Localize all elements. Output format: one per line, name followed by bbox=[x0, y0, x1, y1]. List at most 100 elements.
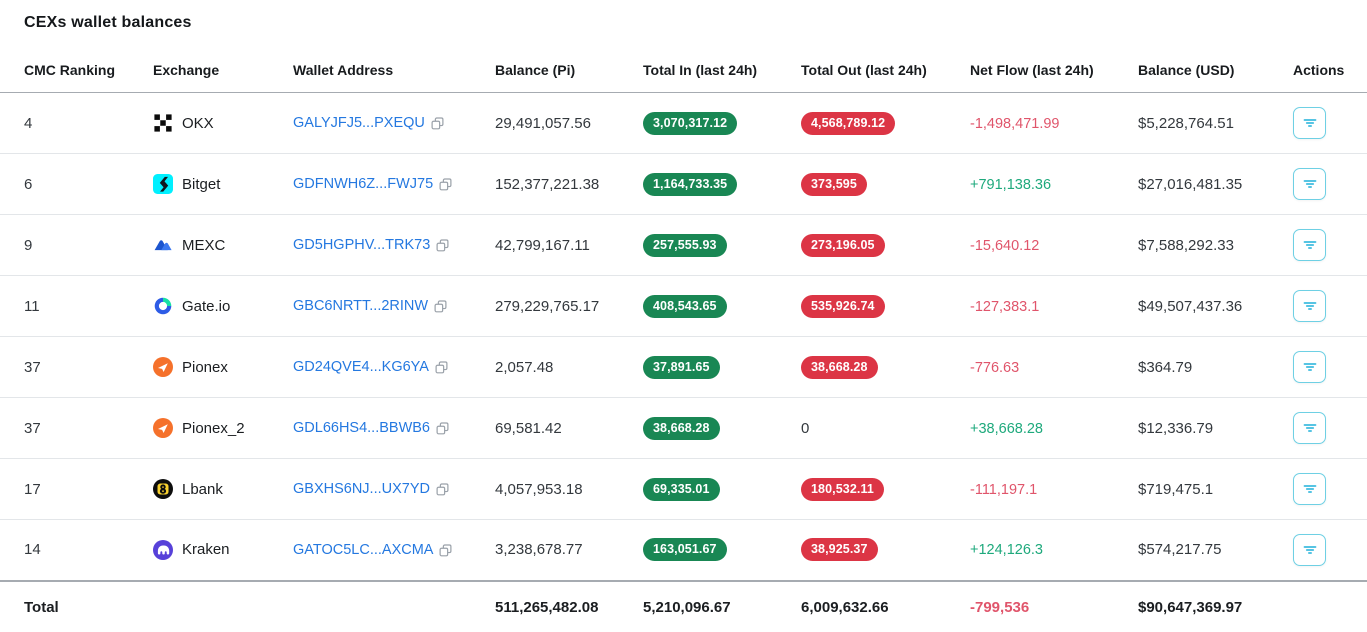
total-net-flow: -799,536 bbox=[970, 599, 1029, 616]
exchange-name: MEXC bbox=[182, 237, 225, 254]
exchange-cell: Pionex_2 bbox=[145, 398, 285, 459]
balance-pi-value: 29,491,057.56 bbox=[487, 93, 635, 154]
copy-icon[interactable] bbox=[439, 544, 452, 557]
total-in-badge: 37,891.65 bbox=[643, 356, 720, 379]
total-out-badge: 273,196.05 bbox=[801, 234, 885, 257]
wallet-address-cell: GD5HGPHV...TRK73 bbox=[285, 215, 487, 276]
total-in-badge: 257,555.93 bbox=[643, 234, 727, 257]
wallet-address-link[interactable]: GDL66HS4...BBWB6 bbox=[293, 420, 430, 436]
balance-usd-value: $12,336.79 bbox=[1130, 398, 1285, 459]
exchange-cell: Pionex bbox=[145, 337, 285, 398]
total-label: Total bbox=[0, 581, 145, 632]
wallet-address-link[interactable]: GATOC5LC...AXCMA bbox=[293, 542, 433, 558]
column-header-net-flow: Net Flow (last 24h) bbox=[962, 50, 1130, 93]
column-header-actions: Actions bbox=[1285, 50, 1367, 93]
cmc-ranking-value: 17 bbox=[0, 459, 145, 520]
total-out-badge: 0 bbox=[801, 420, 809, 437]
net-flow-value: -127,383.1 bbox=[970, 299, 1039, 315]
copy-icon[interactable] bbox=[431, 117, 444, 130]
copy-icon[interactable] bbox=[434, 300, 447, 313]
table-row: 6 Bitget GDFNWH6Z...FWJ75 152,377,221.38… bbox=[0, 154, 1367, 215]
cmc-ranking-value: 4 bbox=[0, 93, 145, 154]
filter-action-button[interactable] bbox=[1293, 473, 1326, 505]
table-row: 11 Gate.io GBC6NRTT...2RINW 279,229,765.… bbox=[0, 276, 1367, 337]
filter-action-button[interactable] bbox=[1293, 168, 1326, 200]
wallet-address-cell: GD24QVE4...KG6YA bbox=[285, 337, 487, 398]
balance-usd-value: $27,016,481.35 bbox=[1130, 154, 1285, 215]
copy-icon[interactable] bbox=[435, 361, 448, 374]
balance-pi-value: 152,377,221.38 bbox=[487, 154, 635, 215]
filter-action-button[interactable] bbox=[1293, 351, 1326, 383]
exchange-name: Lbank bbox=[182, 481, 223, 498]
wallet-address-link[interactable]: GBXHS6NJ...UX7YD bbox=[293, 481, 430, 497]
total-balance-pi: 511,265,482.08 bbox=[487, 581, 635, 632]
column-header-total-in: Total In (last 24h) bbox=[635, 50, 793, 93]
cmc-ranking-value: 14 bbox=[0, 520, 145, 581]
copy-icon[interactable] bbox=[436, 422, 449, 435]
table-row: 14 Kraken GATOC5LC...AXCMA 3,238,678.77 … bbox=[0, 520, 1367, 581]
balance-pi-value: 42,799,167.11 bbox=[487, 215, 635, 276]
total-in-badge: 3,070,317.12 bbox=[643, 112, 737, 135]
table-header-row: CMC Ranking Exchange Wallet Address Bala… bbox=[0, 50, 1367, 93]
balance-pi-value: 4,057,953.18 bbox=[487, 459, 635, 520]
wallet-address-link[interactable]: GD5HGPHV...TRK73 bbox=[293, 237, 430, 253]
exchange-logo-icon bbox=[153, 113, 173, 133]
filter-action-button[interactable] bbox=[1293, 534, 1326, 566]
wallet-address-cell: GDFNWH6Z...FWJ75 bbox=[285, 154, 487, 215]
total-in: 5,210,096.67 bbox=[635, 581, 793, 632]
filter-action-button[interactable] bbox=[1293, 107, 1326, 139]
total-row: Total 511,265,482.08 5,210,096.67 6,009,… bbox=[0, 581, 1367, 632]
exchange-cell: Kraken bbox=[145, 520, 285, 581]
wallet-address-link[interactable]: GALYJFJ5...PXEQU bbox=[293, 115, 425, 131]
copy-icon[interactable] bbox=[439, 178, 452, 191]
cmc-ranking-value: 9 bbox=[0, 215, 145, 276]
balance-pi-value: 2,057.48 bbox=[487, 337, 635, 398]
balance-pi-value: 279,229,765.17 bbox=[487, 276, 635, 337]
net-flow-value: -776.63 bbox=[970, 360, 1019, 376]
total-balance-usd: $90,647,369.97 bbox=[1130, 581, 1285, 632]
table-row: 4 OKX GALYJFJ5...PXEQU 29,491,057.56 3,0… bbox=[0, 93, 1367, 154]
balance-usd-value: $5,228,764.51 bbox=[1130, 93, 1285, 154]
wallet-address-cell: GBC6NRTT...2RINW bbox=[285, 276, 487, 337]
exchange-name: Kraken bbox=[182, 541, 230, 558]
copy-icon[interactable] bbox=[436, 483, 449, 496]
balance-pi-value: 69,581.42 bbox=[487, 398, 635, 459]
net-flow-value: +38,668.28 bbox=[970, 421, 1043, 437]
copy-icon[interactable] bbox=[436, 239, 449, 252]
exchange-logo-icon bbox=[153, 479, 173, 499]
total-out-badge: 180,532.11 bbox=[801, 478, 884, 501]
filter-action-button[interactable] bbox=[1293, 290, 1326, 322]
balance-usd-value: $7,588,292.33 bbox=[1130, 215, 1285, 276]
total-in-badge: 1,164,733.35 bbox=[643, 173, 737, 196]
wallet-balances-table: CMC Ranking Exchange Wallet Address Bala… bbox=[0, 50, 1367, 632]
wallet-address-link[interactable]: GBC6NRTT...2RINW bbox=[293, 298, 428, 314]
filter-action-button[interactable] bbox=[1293, 229, 1326, 261]
exchange-name: Pionex_2 bbox=[182, 420, 245, 437]
wallet-address-link[interactable]: GD24QVE4...KG6YA bbox=[293, 359, 429, 375]
net-flow-value: -111,197.1 bbox=[970, 482, 1037, 498]
wallet-address-link[interactable]: GDFNWH6Z...FWJ75 bbox=[293, 176, 433, 192]
exchange-name: OKX bbox=[182, 115, 214, 132]
wallet-address-cell: GBXHS6NJ...UX7YD bbox=[285, 459, 487, 520]
column-header-exchange: Exchange bbox=[145, 50, 285, 93]
exchange-name: Bitget bbox=[182, 176, 220, 193]
cmc-ranking-value: 37 bbox=[0, 337, 145, 398]
total-out: 6,009,632.66 bbox=[793, 581, 962, 632]
cex-wallet-balances-panel: CEXs wallet balances CMC Ranking Exchang… bbox=[0, 0, 1367, 632]
filter-action-button[interactable] bbox=[1293, 412, 1326, 444]
balance-pi-value: 3,238,678.77 bbox=[487, 520, 635, 581]
total-out-badge: 373,595 bbox=[801, 173, 867, 196]
column-header-balance-usd: Balance (USD) bbox=[1130, 50, 1285, 93]
cmc-ranking-value: 11 bbox=[0, 276, 145, 337]
total-out-badge: 4,568,789.12 bbox=[801, 112, 895, 135]
column-header-wallet-address: Wallet Address bbox=[285, 50, 487, 93]
balance-usd-value: $574,217.75 bbox=[1130, 520, 1285, 581]
wallet-address-cell: GDL66HS4...BBWB6 bbox=[285, 398, 487, 459]
total-out-badge: 38,925.37 bbox=[801, 538, 878, 561]
net-flow-value: +791,138.36 bbox=[970, 177, 1051, 193]
table-row: 37 Pionex_2 GDL66HS4...BBWB6 69,581.42 3… bbox=[0, 398, 1367, 459]
total-in-badge: 38,668.28 bbox=[643, 417, 720, 440]
table-row: 37 Pionex GD24QVE4...KG6YA 2,057.48 37,8… bbox=[0, 337, 1367, 398]
exchange-logo-icon bbox=[153, 418, 173, 438]
balance-usd-value: $719,475.1 bbox=[1130, 459, 1285, 520]
